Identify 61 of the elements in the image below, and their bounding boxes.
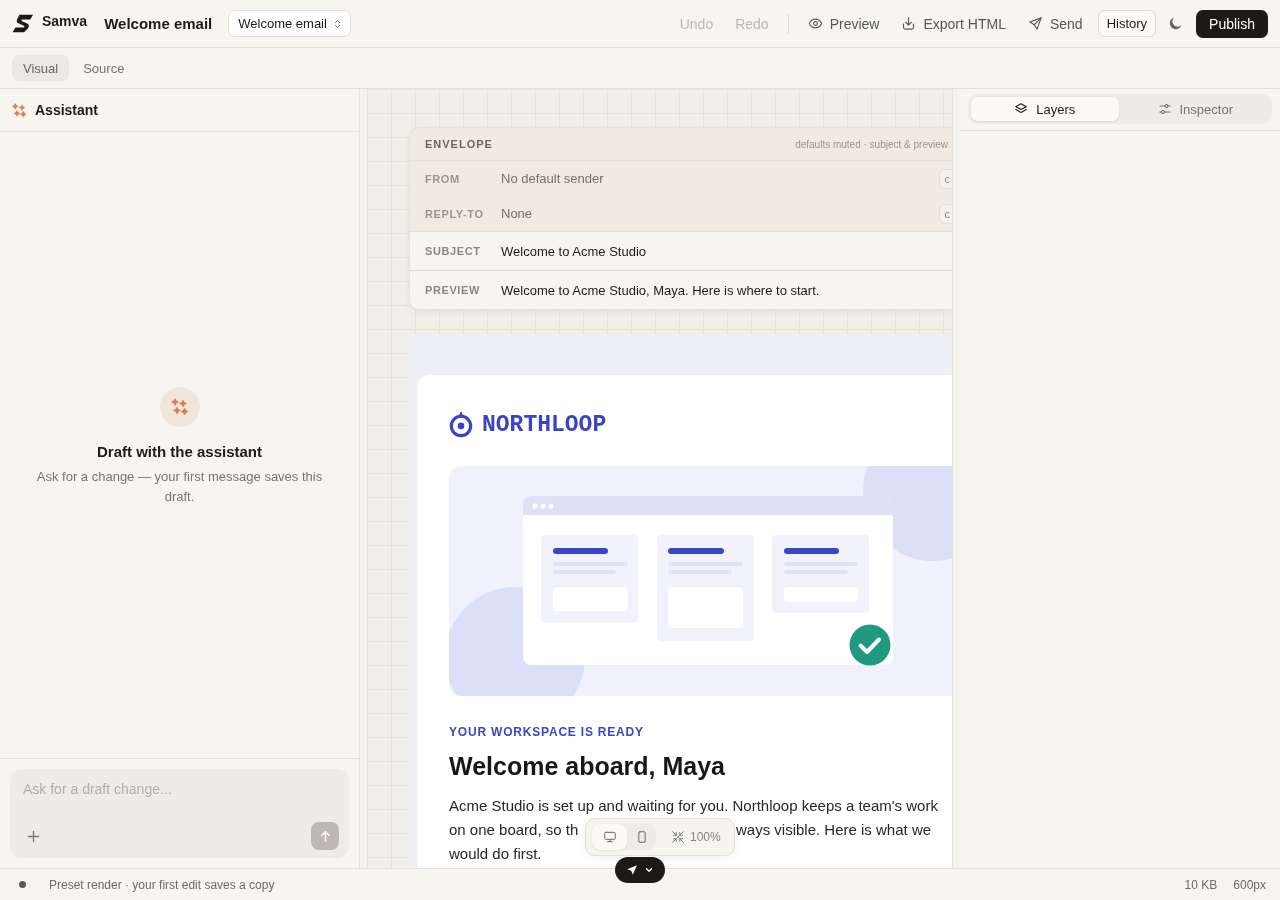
panel-tab[interactable]: Inspector: [1121, 97, 1269, 121]
email-heading: Welcome aboard, Maya: [449, 751, 727, 782]
panel-title: Assistant: [35, 102, 99, 118]
download-icon: [901, 16, 917, 31]
empty-state-text: Ask for a change — your first message saves this draft.: [35, 468, 324, 506]
envelope-row[interactable]: REPLY-TO None c: [410, 196, 952, 231]
document-title: Welcome email: [104, 15, 213, 32]
send-icon: [1027, 16, 1043, 31]
eye-icon: [807, 16, 823, 31]
status-dot-icon: [19, 881, 26, 888]
paragraph-text: Acme Studio is set up and waiting for you. Northloop keeps a team's work: [449, 797, 938, 814]
field-label: REPLY-TO: [425, 207, 485, 220]
fit-screen-icon[interactable]: [671, 830, 685, 844]
panel-tab[interactable]: Layers: [971, 97, 1119, 121]
publish-button[interactable]: Publish: [1196, 9, 1268, 38]
arrow-up-icon: [318, 829, 332, 843]
envelope-title: ENVELOPE: [425, 138, 493, 150]
envelope-row[interactable]: SUBJECT Welcome to Acme Studio: [410, 231, 952, 270]
brand-name: NORTHLOOP: [482, 412, 607, 438]
message-input[interactable]: Ask for a draft change...: [23, 781, 339, 822]
app-name: Samva: [42, 12, 88, 29]
zoom-level: 100%: [690, 830, 721, 844]
field-value: None: [501, 206, 533, 221]
sparkle-icon: [159, 387, 200, 427]
sliders-icon: [1157, 102, 1172, 116]
field-value: Welcome to Acme Studio: [501, 243, 646, 259]
mode-tab[interactable]: Visual: [12, 55, 70, 81]
logo-icon: [12, 14, 34, 33]
plus-icon[interactable]: [27, 829, 40, 843]
field-value: No default sender: [501, 171, 604, 186]
toolbar-button[interactable]: Export HTML: [890, 8, 1017, 39]
outlined-button[interactable]: History: [1097, 10, 1157, 37]
sparkle-icon: [12, 102, 27, 118]
field-label: PREVIEW: [425, 284, 481, 296]
field-value: Welcome to Acme Studio, Maya. Here is where to start.: [501, 282, 820, 298]
monitor-icon: [602, 830, 617, 844]
field-label: FROM: [425, 172, 461, 185]
field-label: SUBJECT: [425, 245, 482, 257]
eyebrow-text: YOUR WORKSPACE IS READY: [449, 725, 645, 739]
send-icon: [626, 864, 638, 876]
envelope-row[interactable]: FROM No default sender c: [410, 161, 952, 196]
width-text: 600px: [1233, 877, 1266, 892]
toolbar-button[interactable]: Preview: [796, 8, 891, 39]
envelope-note: defaults muted · subject & preview: [795, 138, 948, 150]
paragraph-text: on one board, so th: [449, 820, 579, 840]
composer-field[interactable]: Ask for a draft change...: [10, 769, 349, 858]
envelope-row[interactable]: PREVIEW Welcome to Acme Studio, Maya. Here is where to start.: [410, 270, 952, 309]
file-size-text: 10 KB: [1184, 877, 1218, 892]
chevron-updown-icon: [333, 18, 341, 29]
empty-state-title: Draft with the assistant: [97, 443, 262, 460]
paragraph-text: ways visible. Here is what we: [736, 820, 932, 840]
ring-logo-icon: [449, 412, 473, 438]
status-message: Preset render · your first edit saves a copy: [49, 877, 275, 892]
send-menu-button[interactable]: [615, 857, 665, 883]
paragraph-text: would do first.: [449, 845, 542, 862]
template-select[interactable]: Welcome email: [228, 10, 351, 37]
layers-icon: [1014, 102, 1029, 116]
chevron-down-icon: [644, 865, 654, 875]
toolbar-button[interactable]: Send: [1016, 8, 1094, 39]
mode-tab[interactable]: Source: [72, 55, 136, 81]
device-button[interactable]: [592, 824, 627, 850]
